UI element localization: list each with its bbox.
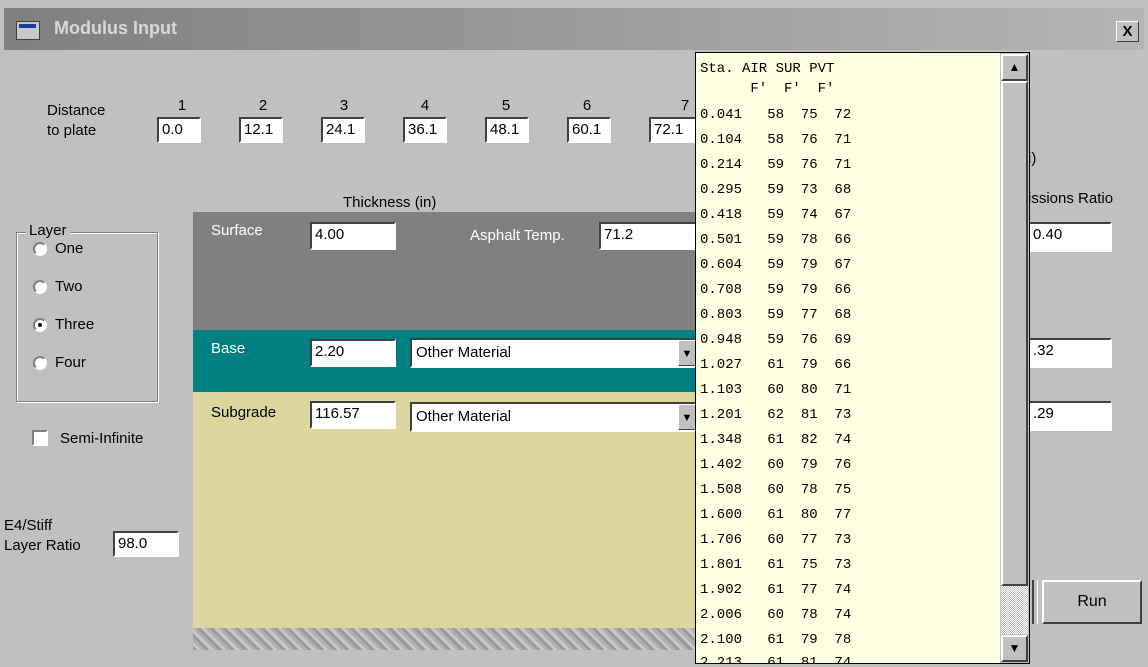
sensor-distance-1[interactable]: 0.0 <box>157 117 201 143</box>
list-item[interactable]: 1.902 61 77 74 <box>700 582 851 598</box>
base-label: Base <box>211 340 246 357</box>
list-header: Sta. AIR SUR PVT <box>700 61 835 77</box>
temperature-listbox[interactable]: Sta. AIR SUR PVT F' F' F' 0.041 58 75 72… <box>695 52 1030 664</box>
list-item[interactable]: 1.103 60 80 71 <box>700 382 851 398</box>
list-item[interactable]: 1.201 62 81 73 <box>700 407 851 423</box>
title-bar[interactable]: Modulus Input X <box>4 8 1144 50</box>
run-button[interactable]: Run <box>1042 580 1142 624</box>
radio-button[interactable] <box>33 242 47 256</box>
poisson-subgrade-input[interactable]: .29 <box>1028 401 1112 431</box>
sensor-distance-5[interactable]: 48.1 <box>485 117 529 143</box>
base-material-value: Other Material <box>416 344 512 361</box>
list-item[interactable]: 0.708 59 79 66 <box>700 282 851 298</box>
asphalt-temp-label: Asphalt Temp. <box>470 227 565 244</box>
checkbox-box[interactable] <box>32 430 48 446</box>
list-item[interactable]: 1.706 60 77 73 <box>700 532 851 548</box>
list-header-units: F' F' F' <box>700 81 835 97</box>
layer-option-one[interactable]: One <box>33 238 143 260</box>
sensor-number-4: 4 <box>420 97 430 114</box>
e4-ratio-input[interactable]: 98.0 <box>113 531 179 557</box>
list-item[interactable]: 0.041 58 75 72 <box>700 107 851 123</box>
hidden-button-edge <box>1032 580 1038 624</box>
scroll-thumb[interactable] <box>1001 81 1028 586</box>
sensor-distance-3[interactable]: 24.1 <box>321 117 365 143</box>
bedrock-texture <box>193 628 703 650</box>
list-scrollbar[interactable]: ▲ ▼ <box>1000 53 1029 663</box>
distance-label: Distance <box>47 102 106 119</box>
asphalt-temp-input[interactable]: 71.2 <box>599 222 697 250</box>
surface-thickness-input[interactable]: 4.00 <box>310 222 396 250</box>
list-item[interactable]: 1.027 61 79 66 <box>700 357 851 373</box>
subgrade-thickness-input[interactable]: 116.57 <box>310 401 396 429</box>
sensor-distance-7[interactable]: 72.1 <box>649 117 701 143</box>
list-item[interactable]: 1.402 60 79 76 <box>700 457 851 473</box>
sensor-number-2: 2 <box>258 97 268 114</box>
layer-option-four[interactable]: Four <box>33 352 143 374</box>
chevron-down-icon[interactable]: ▼ <box>678 340 696 366</box>
sensor-distance-6[interactable]: 60.1 <box>567 117 611 143</box>
layer-option-two[interactable]: Two <box>33 276 143 298</box>
list-item[interactable]: 0.604 59 79 67 <box>700 257 851 273</box>
scroll-up-arrow-icon[interactable]: ▲ <box>1001 54 1028 81</box>
list-item[interactable]: 1.348 61 82 74 <box>700 432 851 448</box>
modulus-input-window: Modulus Input X Distance to plate 1 0.0 … <box>0 0 1148 667</box>
window-title: Modulus Input <box>54 18 177 38</box>
subgrade-material-value: Other Material <box>416 408 512 425</box>
list-item[interactable]: 0.214 59 76 71 <box>700 157 851 173</box>
layer-option-three[interactable]: Three <box>33 314 143 336</box>
base-material-select[interactable]: Other Material ▼ <box>410 338 698 368</box>
list-item[interactable]: 1.600 61 80 77 <box>700 507 851 523</box>
list-item[interactable]: 0.501 59 78 66 <box>700 232 851 248</box>
surface-label: Surface <box>211 222 263 239</box>
list-item[interactable]: 2.006 60 78 74 <box>700 607 851 623</box>
scroll-track[interactable] <box>1001 586 1028 634</box>
sensor-number-1: 1 <box>177 97 187 114</box>
sensor-number-6: 6 <box>582 97 592 114</box>
window-app-icon <box>16 21 40 40</box>
list-item[interactable]: 0.418 59 74 67 <box>700 207 851 223</box>
radio-button[interactable] <box>33 356 47 370</box>
base-thickness-input[interactable]: 2.20 <box>310 339 396 367</box>
layer-option-label: Three <box>55 316 95 333</box>
chevron-down-icon[interactable]: ▼ <box>678 404 696 430</box>
sensor-distance-2[interactable]: 12.1 <box>239 117 283 143</box>
list-item[interactable]: 1.801 61 75 73 <box>700 557 851 573</box>
layer-option-label: Two <box>55 278 83 295</box>
sensor-number-3: 3 <box>339 97 349 114</box>
list-item[interactable]: 0.803 59 77 68 <box>700 307 851 323</box>
close-button[interactable]: X <box>1116 21 1139 42</box>
list-item[interactable]: 0.948 59 76 69 <box>700 332 851 348</box>
poisson-ratio-header: issions Ratio <box>1028 190 1114 207</box>
sensor-number-5: 5 <box>501 97 511 114</box>
scroll-down-arrow-icon[interactable]: ▼ <box>1001 635 1028 662</box>
layer-option-label: One <box>55 240 84 257</box>
list-item[interactable]: 2.100 61 79 78 <box>700 632 851 648</box>
layer-option-label: Four <box>55 354 86 371</box>
semi-infinite-label: Semi-Infinite <box>60 430 144 447</box>
poisson-surface-input[interactable]: 0.40 <box>1028 222 1112 252</box>
list-item[interactable]: 1.508 60 78 75 <box>700 482 851 498</box>
subgrade-label: Subgrade <box>211 404 277 421</box>
list-item[interactable]: 2.213 61 81 74 <box>700 655 851 663</box>
layer-group-title: Layer <box>26 222 70 239</box>
radio-button[interactable] <box>33 280 47 294</box>
sensor-distance-4[interactable]: 36.1 <box>403 117 447 143</box>
subgrade-material-select[interactable]: Other Material ▼ <box>410 402 698 432</box>
poisson-base-input[interactable]: .32 <box>1028 338 1112 368</box>
distance-label-line2: to plate <box>47 122 97 139</box>
semi-infinite-checkbox[interactable]: Semi-Infinite <box>32 428 192 452</box>
e4-label: E4/Stiff <box>4 517 53 534</box>
list-item[interactable]: 0.104 58 76 71 <box>700 132 851 148</box>
thickness-header: Thickness (in) <box>343 194 437 211</box>
e4-label-line2: Layer Ratio <box>4 537 81 554</box>
radio-button-selected[interactable] <box>33 318 47 332</box>
list-item[interactable]: 0.295 59 73 68 <box>700 182 851 198</box>
